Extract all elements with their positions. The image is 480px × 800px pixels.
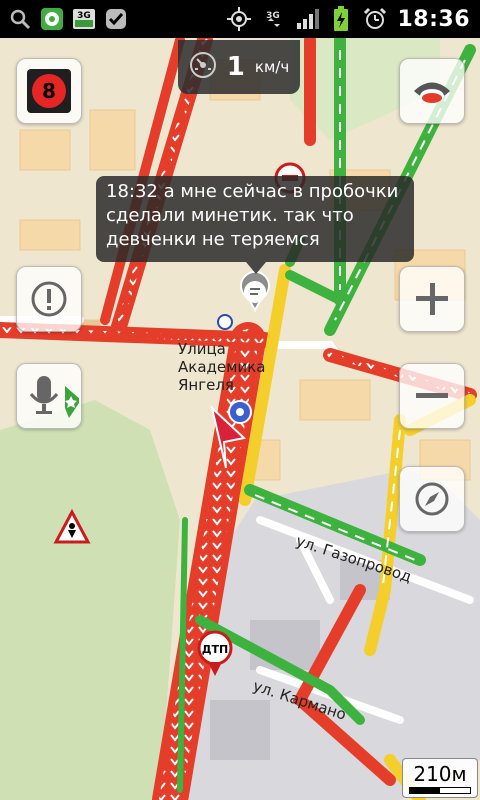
traffic-level-value: 8 <box>42 79 56 103</box>
microphone-icon <box>29 376 79 418</box>
zoom-in-button[interactable] <box>399 266 465 332</box>
speedometer-icon <box>189 51 217 83</box>
street-label-academic-2: Академика <box>178 358 265 376</box>
accident-label: ДТП <box>202 643 229 656</box>
report-event-button[interactable] <box>16 266 82 332</box>
svg-text:3G: 3G <box>267 11 281 21</box>
signal-icon <box>295 7 320 31</box>
park-area <box>0 400 180 800</box>
voice-search-button[interactable] <box>16 363 82 429</box>
compass-icon <box>415 482 449 516</box>
network-type-label: 3G <box>77 11 91 21</box>
metro-marker[interactable] <box>217 314 233 330</box>
3g-icon: 3G <box>72 7 96 31</box>
traffic-light-icon: 8 <box>27 69 71 113</box>
street-label-academic-1: Улица <box>178 340 226 358</box>
street-label-academic-3: Янгеля <box>178 376 234 394</box>
search-icon <box>8 7 32 31</box>
message-text: 18:32 а мне сейчас в пробочки сделали ми… <box>106 181 399 250</box>
eye-icon <box>414 82 450 103</box>
map-scale: 210м <box>402 758 478 798</box>
check-icon <box>104 7 128 31</box>
data-3g-icon: 3G <box>261 7 285 31</box>
traffic-level-button[interactable]: 8 <box>16 58 82 124</box>
plus-icon <box>416 283 448 315</box>
gps-icon <box>227 7 252 31</box>
battery-charging-icon <box>329 6 353 31</box>
layers-button[interactable] <box>399 58 465 124</box>
speed-value: 1 <box>226 52 245 82</box>
minus-icon <box>416 393 448 398</box>
status-time: 18:36 <box>397 6 470 32</box>
yandex-maps-icon <box>40 7 64 31</box>
compass-button[interactable] <box>399 466 465 532</box>
scale-label: 210м <box>413 762 467 786</box>
speed-unit: км/ч <box>254 58 290 76</box>
status-bar: 3G 3G 18:36 <box>0 0 480 38</box>
speed-indicator: 1 км/ч <box>178 40 300 94</box>
message-bubble-tail <box>246 262 266 274</box>
zoom-out-button[interactable] <box>399 363 465 429</box>
alarm-icon <box>363 7 387 31</box>
message-bubble[interactable]: 18:32 а мне сейчас в пробочки сделали ми… <box>96 176 414 262</box>
scale-line <box>409 787 471 794</box>
exclamation-icon <box>31 281 67 317</box>
